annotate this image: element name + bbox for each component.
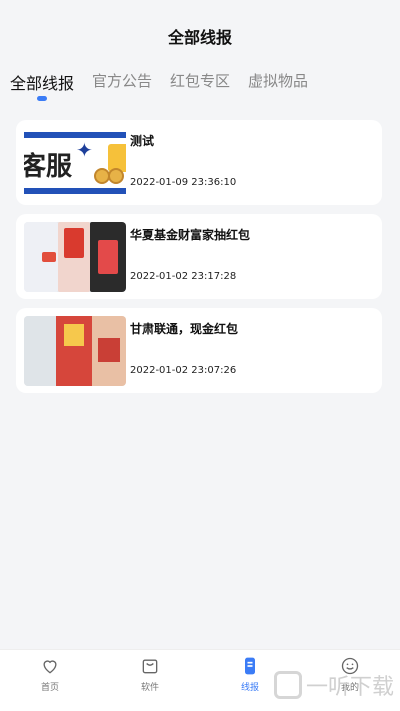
thumb-text: 客服 [24,152,73,182]
post-time: 2022-01-02 23:17:28 [130,271,237,282]
thumb-panel [42,252,56,262]
thumb-panel [64,324,84,346]
tab-label: 官方公告 [92,72,153,90]
tab-red-packet[interactable]: 红包专区 [170,70,230,91]
tab-all-reports[interactable]: 全部线报 [10,70,75,101]
coin-icon [108,168,124,184]
star-icon: ✦ [76,138,93,162]
watermark: 一听下载 [273,669,394,701]
tab-label: 虚拟物品 [248,72,309,90]
page-title: 全部线报 [167,28,232,47]
tab-bar: 全部线报 官方公告 红包专区 虚拟物品 [10,70,390,106]
nav-software[interactable]: 软件 [100,650,200,711]
post-title: 测试 [130,134,155,148]
post-thumbnail [24,222,126,292]
watermark-text: 一听下载 [305,675,394,700]
thumb-bar [24,188,126,194]
tab-label: 全部线报 [10,74,75,93]
post-card[interactable]: 甘肃联通，现金红包 2022-01-02 23:07:26 [16,308,382,393]
post-thumbnail: 客服 ✦ [24,128,126,198]
post-time: 2022-01-02 23:07:26 [130,365,237,376]
post-time: 2022-01-09 23:36:10 [130,177,237,188]
nav-label: 首页 [40,683,59,693]
header: 全部线报 全部线报 官方公告 红包专区 虚拟物品 [0,0,400,120]
news-icon [245,657,255,675]
post-card[interactable]: 华夏基金财富家抽红包 2022-01-02 23:17:28 [16,214,382,299]
post-title: 甘肃联通，现金红包 [130,322,239,336]
post-card[interactable]: 客服 ✦ 测试 2022-01-09 23:36:10 [16,120,382,205]
thumb-bar [24,132,126,138]
thumb-panel [24,316,56,386]
post-thumbnail [24,316,126,386]
bag-icon [142,659,158,674]
thumb-panel [98,338,120,362]
nav-label: 软件 [140,683,159,693]
tab-label: 红包专区 [170,72,231,90]
post-list: 客服 ✦ 测试 2022-01-09 23:36:10 华夏基金财富家抽红包 2… [16,120,382,402]
active-tab-indicator [37,96,47,101]
thumb-panel [98,240,118,274]
post-title: 华夏基金财富家抽红包 [130,228,251,242]
tab-official-notice[interactable]: 官方公告 [92,70,152,91]
nav-home[interactable]: 首页 [0,650,100,711]
watermark-logo-icon [273,671,302,699]
tab-virtual-goods[interactable]: 虚拟物品 [248,70,308,91]
thumb-panel [64,228,84,258]
heart-icon [43,660,57,674]
